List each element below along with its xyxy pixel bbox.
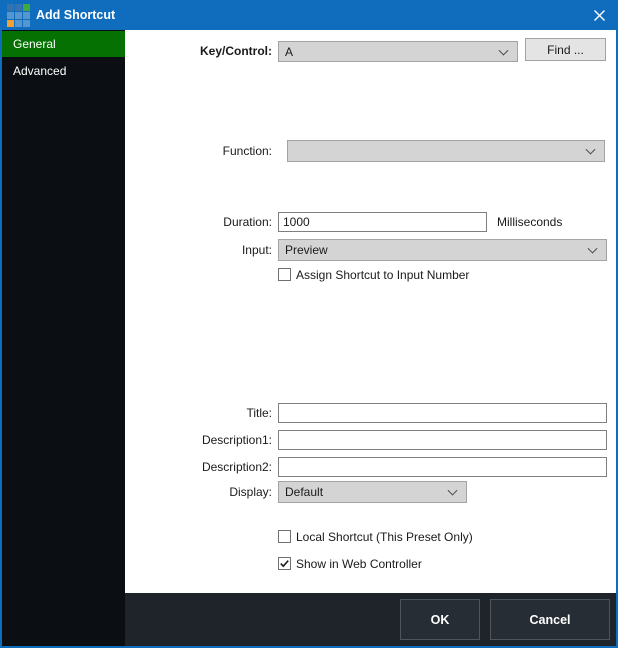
sidebar: General Advanced [2, 30, 125, 646]
local-shortcut-label: Local Shortcut (This Preset Only) [296, 530, 473, 544]
local-shortcut-checkbox[interactable] [278, 530, 291, 543]
function-select[interactable] [287, 140, 605, 162]
web-controller-checkbox[interactable] [278, 557, 291, 570]
key-control-select[interactable]: A [278, 41, 518, 62]
description2-input[interactable] [278, 457, 607, 477]
assign-shortcut-checkbox[interactable] [278, 268, 291, 281]
window-title: Add Shortcut [36, 0, 115, 30]
duration-input[interactable] [278, 212, 487, 232]
web-controller-label: Show in Web Controller [296, 557, 422, 571]
key-control-label: Key/Control: [132, 43, 272, 59]
local-shortcut-checkbox-row[interactable]: Local Shortcut (This Preset Only) [278, 530, 473, 544]
display-select[interactable]: Default [278, 481, 467, 503]
ok-button[interactable]: OK [400, 599, 480, 640]
display-value: Default [285, 485, 323, 499]
chevron-down-icon [586, 145, 596, 155]
title-input[interactable] [278, 403, 607, 423]
key-control-value: A [285, 45, 293, 59]
assign-shortcut-label: Assign Shortcut to Input Number [296, 268, 469, 282]
description1-input[interactable] [278, 430, 607, 450]
find-button[interactable]: Find ... [525, 38, 606, 61]
vmix-logo-icon [7, 4, 30, 27]
content-panel [125, 30, 616, 593]
chevron-down-icon [588, 244, 598, 254]
input-label: Input: [132, 242, 272, 258]
milliseconds-label: Milliseconds [497, 214, 562, 230]
input-value: Preview [285, 243, 328, 257]
title-label: Title: [132, 405, 272, 421]
duration-label: Duration: [132, 214, 272, 230]
cancel-button[interactable]: Cancel [490, 599, 610, 640]
function-label: Function: [132, 143, 272, 159]
tab-general[interactable]: General [2, 31, 125, 57]
display-label: Display: [132, 484, 272, 500]
tab-advanced[interactable]: Advanced [2, 57, 125, 85]
close-button[interactable] [584, 0, 614, 30]
web-controller-checkbox-row[interactable]: Show in Web Controller [278, 557, 422, 571]
chevron-down-icon [448, 486, 458, 496]
chevron-down-icon [499, 45, 509, 55]
titlebar: Add Shortcut [0, 0, 618, 30]
checkmark-icon [279, 558, 290, 569]
description1-label: Description1: [132, 432, 272, 448]
assign-shortcut-checkbox-row[interactable]: Assign Shortcut to Input Number [278, 268, 469, 282]
close-icon [593, 9, 606, 22]
input-select[interactable]: Preview [278, 239, 607, 261]
description2-label: Description2: [132, 459, 272, 475]
add-shortcut-dialog: Add Shortcut General Advanced Key/Contro… [0, 0, 618, 648]
